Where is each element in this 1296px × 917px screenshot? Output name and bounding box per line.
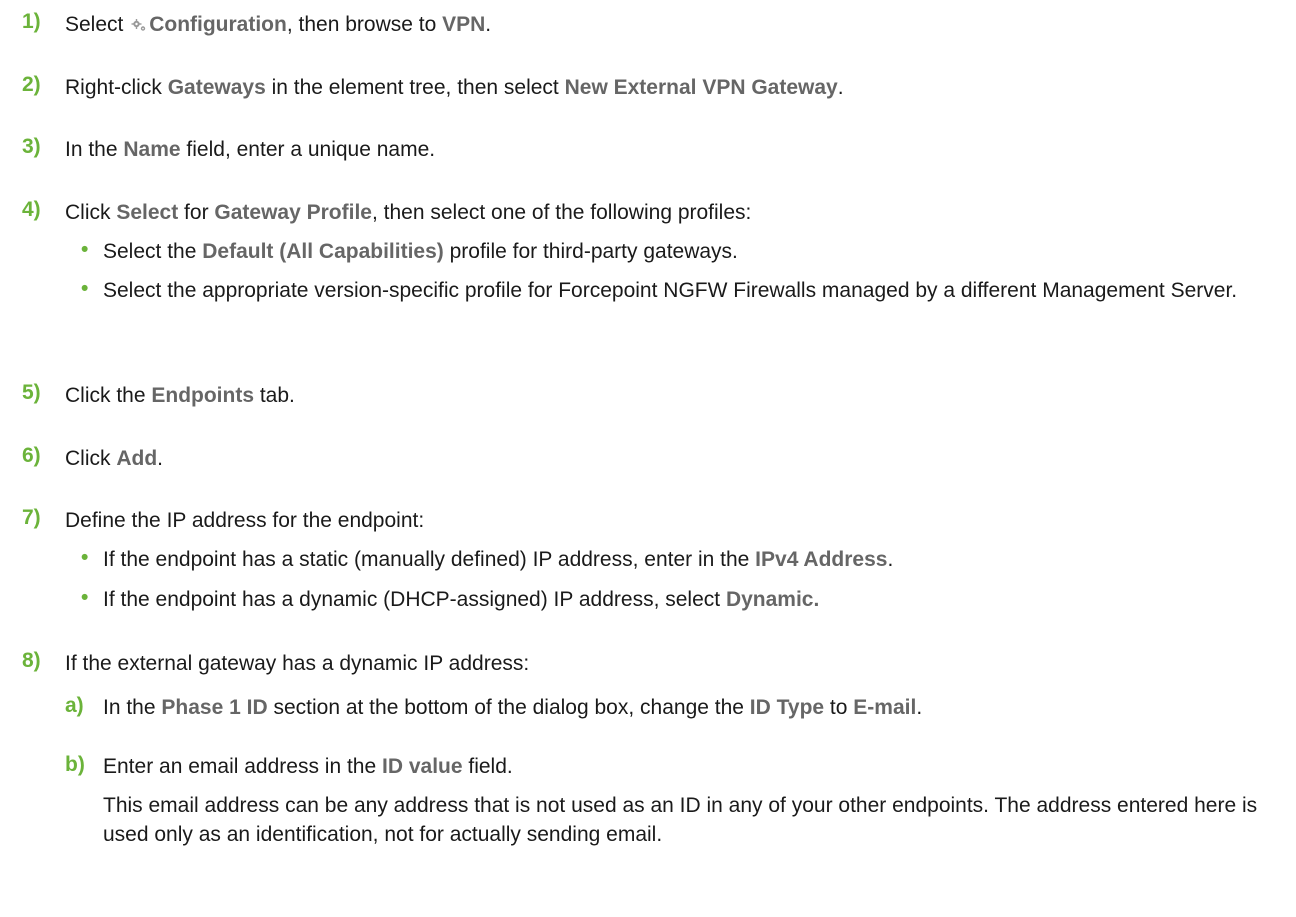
bullet-text: Select the Default (All Capabilities) pr… [103,240,738,263]
bullet-mark: • [81,277,89,300]
bullet-text: Select the appropriate version-specific … [103,279,1238,302]
step-number: 1) [22,10,41,33]
step-number: 7) [22,506,41,529]
step-text: Click the Endpoints tab. [65,384,295,407]
gear-icon [131,19,146,31]
new-external-vpn-gateway-label: New External VPN Gateway [564,76,838,99]
step-text: If the external gateway has a dynamic IP… [65,652,530,675]
step-number: 6) [22,444,41,467]
endpoints-tab-label: Endpoints [151,384,255,407]
substep-letter: a) [65,694,84,717]
step-number: 3) [22,135,41,158]
email-option-label: E-mail [853,696,917,719]
step-text: Click Select for Gateway Profile, then s… [65,201,752,224]
step-number: 5) [22,381,41,404]
add-label: Add [116,447,158,470]
step-text: Right-click Gateways in the element tree… [65,76,844,99]
gateways-label: Gateways [167,76,266,99]
substep-text: In the Phase 1 ID section at the bottom … [103,696,923,719]
bullet-mark: • [81,546,89,569]
id-type-label: ID Type [749,696,825,719]
dynamic-label: Dynamic. [725,588,820,611]
bullet-text: If the endpoint has a static (manually d… [103,548,894,571]
substep-letter: b) [65,753,85,776]
bullet-mark: • [81,238,89,261]
step-number: 4) [22,198,41,221]
step-text: Define the IP address for the endpoint: [65,509,425,532]
step-number: 2) [22,73,41,96]
vpn-label: VPN [442,13,486,36]
step-text: Click Add. [65,447,164,470]
configuration-label: Configuration [149,13,287,36]
id-value-label: ID value [382,755,463,778]
bullet-text: If the endpoint has a dynamic (DHCP-assi… [103,588,820,611]
step-number: 8) [22,649,41,672]
step-text: Select Configuration, then browse to VPN… [65,13,492,36]
gateway-profile-label: Gateway Profile [214,201,372,224]
step-text: In the Name field, enter a unique name. [65,138,436,161]
select-label: Select [116,201,179,224]
bullet-mark: • [81,586,89,609]
name-field-label: Name [123,138,181,161]
phase-1-id-label: Phase 1 ID [161,696,268,719]
ipv4-address-label: IPv4 Address [755,548,888,571]
substep-text: Enter an email address in the ID value f… [103,755,513,778]
default-profile-label: Default (All Capabilities) [202,240,444,263]
note-text: This email address can be any address th… [103,794,1258,846]
